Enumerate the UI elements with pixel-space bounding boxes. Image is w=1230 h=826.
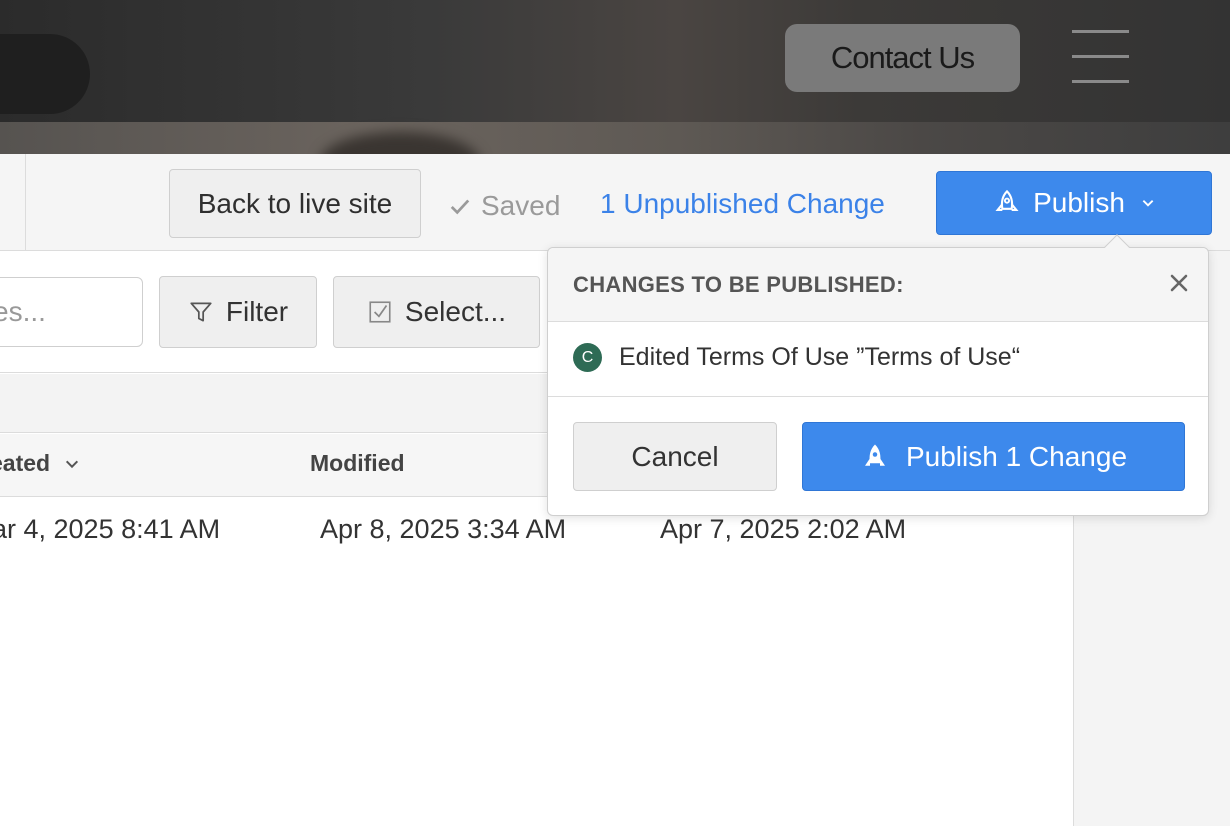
chevron-down-icon <box>66 460 79 468</box>
change-description: Edited Terms Of Use ”Terms of Use“ <box>619 343 1021 371</box>
rocket-icon <box>995 189 1019 212</box>
saved-status: Saved <box>449 188 560 224</box>
cell-modified: Apr 8, 2025 3:34 AM <box>320 514 567 544</box>
column-header-created[interactable]: eated <box>0 450 80 477</box>
check-icon <box>450 199 470 215</box>
cell-published: Apr 7, 2025 2:02 AM <box>660 514 907 544</box>
contact-us-button[interactable]: Contact Us <box>785 24 1020 92</box>
select-label: Select... <box>404 296 507 327</box>
search-input[interactable]: es... <box>0 277 143 347</box>
publish-label: Publish <box>1033 187 1125 218</box>
checkbox-icon <box>369 301 391 323</box>
rocket-icon <box>864 444 885 466</box>
back-to-live-site-button[interactable]: Back to live site <box>169 169 421 238</box>
popover-title: CHANGES TO BE PUBLISHED: <box>573 272 904 297</box>
editor-toolbar: Back to live site Saved 1 Unpublished Ch… <box>0 154 1230 251</box>
publish-popover: CHANGES TO BE PUBLISHED: C Edited Terms … <box>547 234 1209 516</box>
cell-created: lar 4, 2025 8:41 AM <box>0 514 221 544</box>
header-pill-button[interactable] <box>0 34 90 114</box>
filter-button[interactable]: Filter <box>159 276 317 348</box>
publish-change-button[interactable]: Publish 1 Change <box>802 422 1185 491</box>
change-list-item: C Edited Terms Of Use ”Terms of Use“ <box>548 322 1208 397</box>
unpublished-changes-link[interactable]: 1 Unpublished Change <box>600 184 885 224</box>
publish-change-label: Publish 1 Change <box>905 440 1128 472</box>
funnel-icon <box>190 302 212 322</box>
toolbar-divider <box>25 154 26 251</box>
close-icon[interactable] <box>1168 272 1190 294</box>
column-header-modified[interactable]: Modified <box>310 450 405 477</box>
column-label: Modified <box>310 450 405 476</box>
hamburger-menu-icon[interactable] <box>1072 30 1129 86</box>
select-button[interactable]: Select... <box>333 276 540 348</box>
avatar: C <box>573 343 602 372</box>
site-header: Contact Us <box>0 0 1230 154</box>
hero-image-strip <box>0 122 1230 154</box>
chevron-down-icon <box>1142 200 1154 207</box>
column-label: eated <box>0 450 51 476</box>
saved-label: Saved <box>481 190 561 221</box>
popover-header: CHANGES TO BE PUBLISHED: <box>548 248 1208 322</box>
publish-button[interactable]: Publish <box>936 171 1212 235</box>
cancel-button[interactable]: Cancel <box>573 422 777 491</box>
filter-label: Filter <box>225 296 289 327</box>
